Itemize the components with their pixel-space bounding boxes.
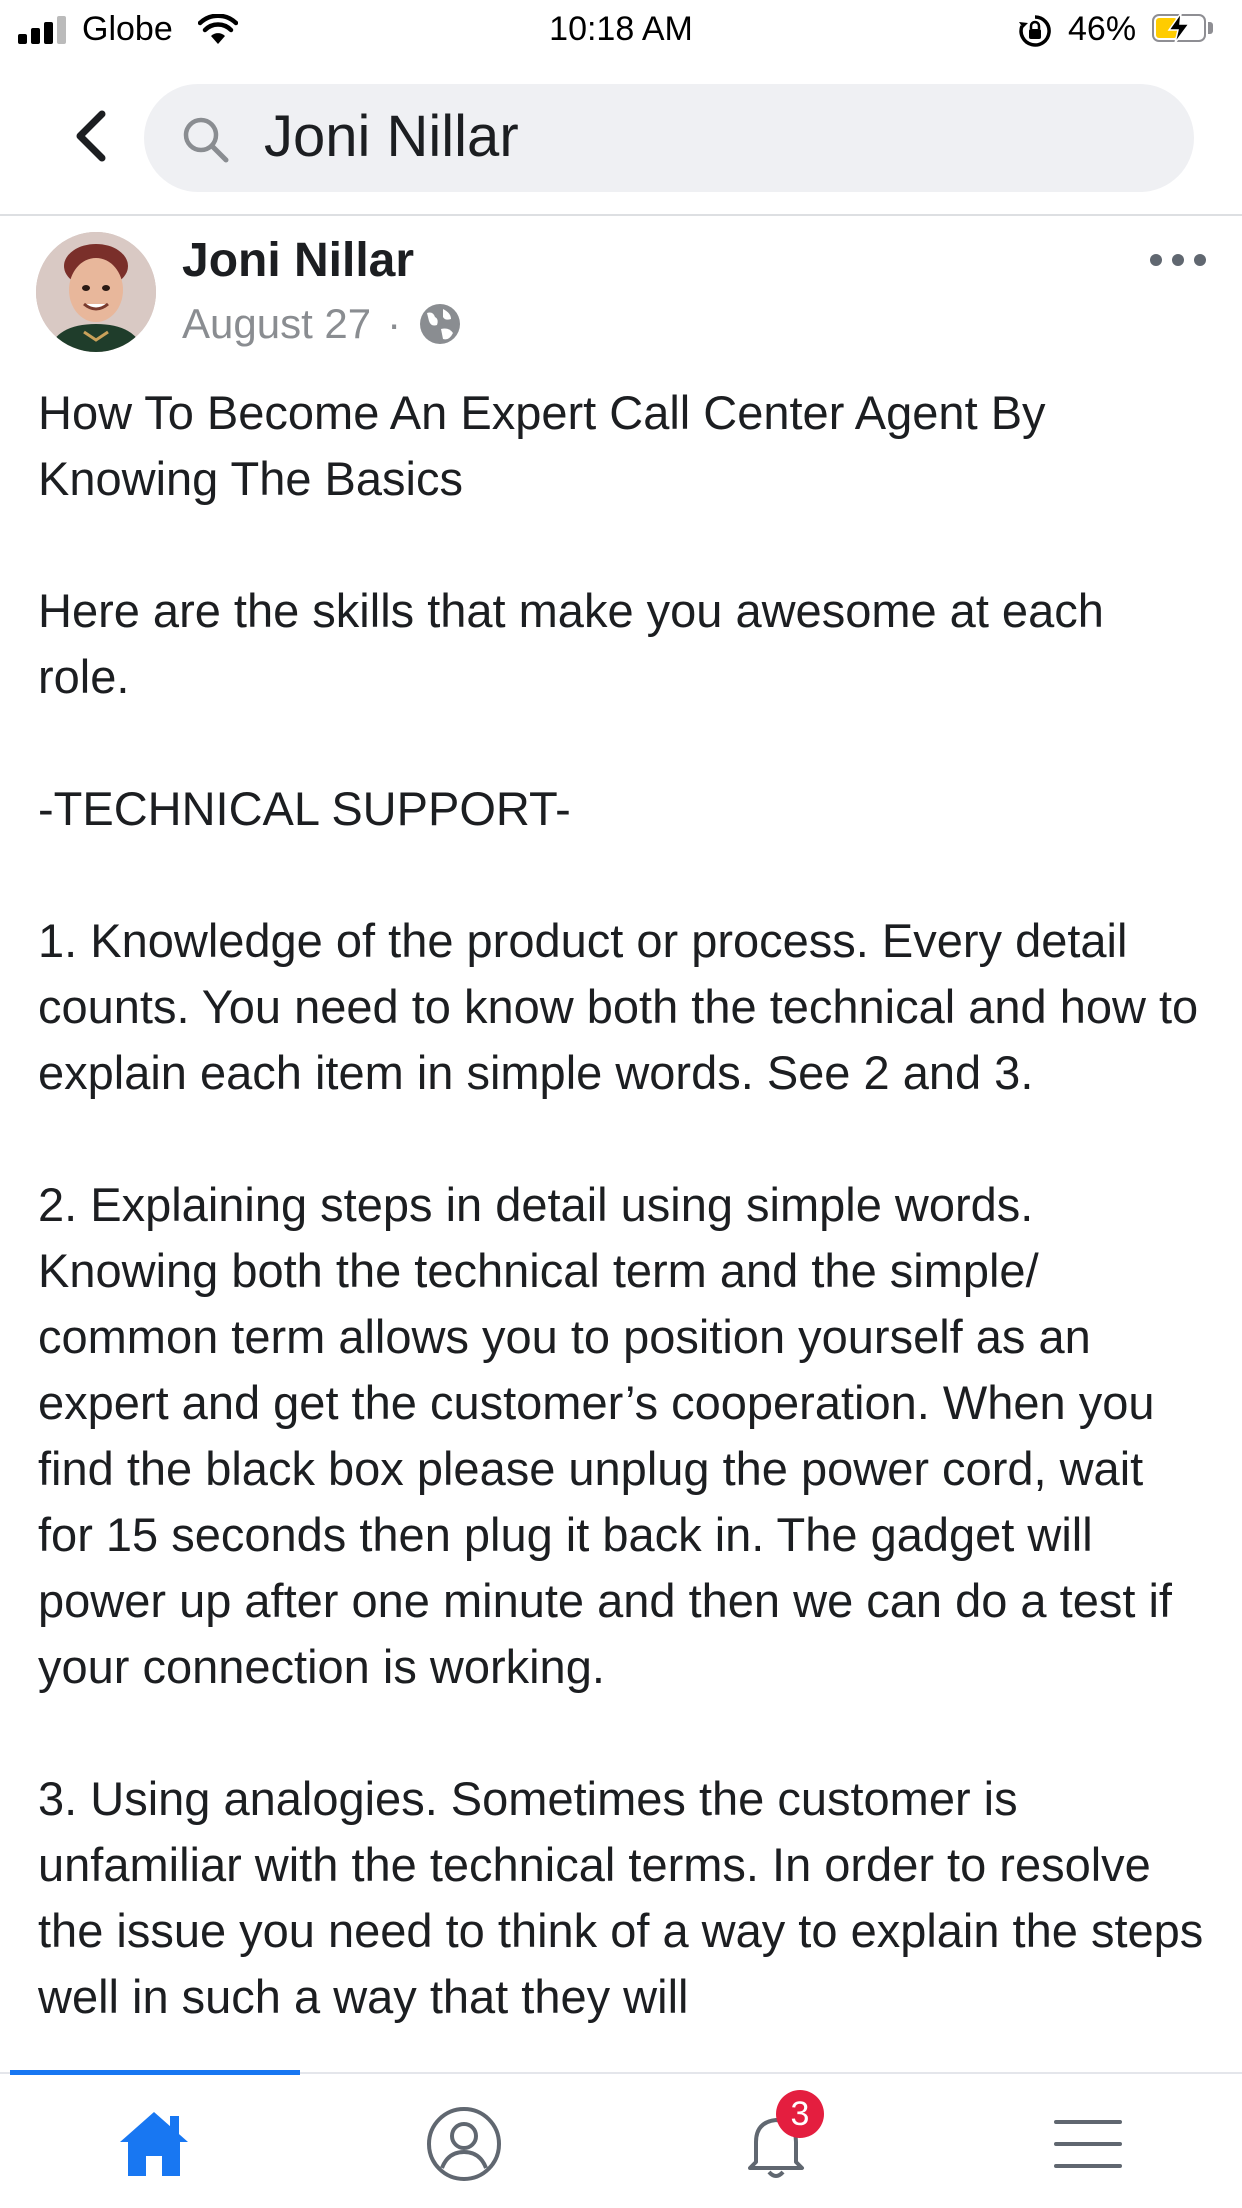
search-header: Joni Nillar [0,60,1242,216]
post-paragraph: How To Become An Expert Call Center Agen… [38,386,1059,505]
avatar[interactable] [36,232,156,352]
search-input[interactable]: Joni Nillar [144,84,1194,192]
post-meta: August 27 · [182,298,463,350]
post-body: How To Become An Expert Call Center Agen… [38,380,1208,2096]
post-date[interactable]: August 27 [182,298,371,350]
post-author-name[interactable]: Joni Nillar [182,232,414,290]
post-paragraph: 2. Explaining steps in detail using simp… [38,1178,1186,1693]
rotation-lock-icon [1019,15,1051,47]
charging-bolt-icon [1167,12,1191,44]
home-icon [120,2112,188,2176]
notification-badge: 3 [776,2090,824,2138]
post-paragraph: -TECHNICAL SUPPORT- [38,782,571,835]
more-options-button[interactable] [1150,248,1214,272]
globe-icon [420,304,461,344]
back-arrow-icon[interactable] [66,106,116,166]
battery-percentage: 46% [1068,10,1137,48]
search-icon [183,117,229,163]
bottom-nav: 3 [0,2070,1242,2208]
post-paragraph: 3. Using analogies. Sometimes the custom… [38,1772,1217,2023]
post-paragraph: Here are the skills that make you awesom… [38,584,1117,703]
nav-profile[interactable] [424,2104,504,2184]
nav-menu[interactable] [1048,2104,1128,2184]
menu-icon [1054,2120,1122,2168]
active-tab-indicator [10,2070,300,2075]
meta-separator: · [387,300,402,347]
status-bar: Globe 10:18 AM 46% [0,0,1242,60]
nav-home[interactable] [114,2104,194,2184]
clock: 10:18 AM [549,10,693,48]
search-query-text: Joni Nillar [264,104,519,169]
nav-notifications[interactable]: 3 [736,2090,824,2184]
profile-icon [427,2107,501,2181]
battery-tip [1208,22,1213,34]
post-paragraph: 1. Knowledge of the product or process. … [38,914,1212,1099]
